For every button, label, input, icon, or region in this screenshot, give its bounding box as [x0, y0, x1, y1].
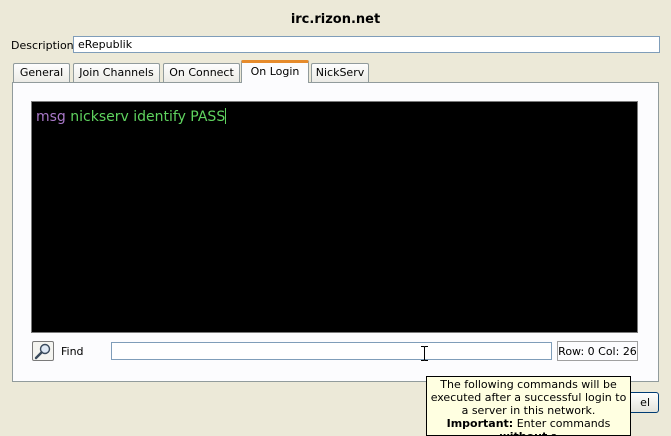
- tab-on-login[interactable]: On Login: [241, 60, 309, 83]
- tooltip: The following commands will be executed …: [426, 376, 631, 436]
- description-input[interactable]: eRepublik: [73, 36, 660, 53]
- tab-nickserv[interactable]: NickServ: [311, 63, 369, 82]
- tooltip-text-3: a: [551, 430, 558, 435]
- tab-on-connect[interactable]: On Connect: [163, 63, 240, 82]
- find-button[interactable]: [32, 341, 54, 361]
- magnifier-icon: [34, 343, 51, 360]
- find-input[interactable]: [111, 342, 552, 360]
- tooltip-without: without: [500, 430, 548, 435]
- row-col-indicator: Row: 0 Col: 26: [557, 341, 638, 361]
- text-cursor-icon: [421, 346, 428, 361]
- command-args: nickserv identify PASS: [70, 109, 226, 125]
- editor-line: msg nickserv identify PASS: [36, 108, 227, 125]
- description-label: Description:: [11, 39, 78, 52]
- window-title: irc.rizon.net: [290, 12, 381, 27]
- tab-general[interactable]: General: [13, 63, 70, 82]
- text-caret: [225, 108, 227, 124]
- command-keyword: msg: [36, 109, 66, 125]
- find-label: Find: [61, 345, 84, 358]
- command-editor[interactable]: msg nickserv identify PASS: [31, 101, 638, 333]
- tab-join-channels[interactable]: Join Channels: [73, 63, 160, 82]
- tooltip-text: The following commands will be executed …: [430, 378, 627, 417]
